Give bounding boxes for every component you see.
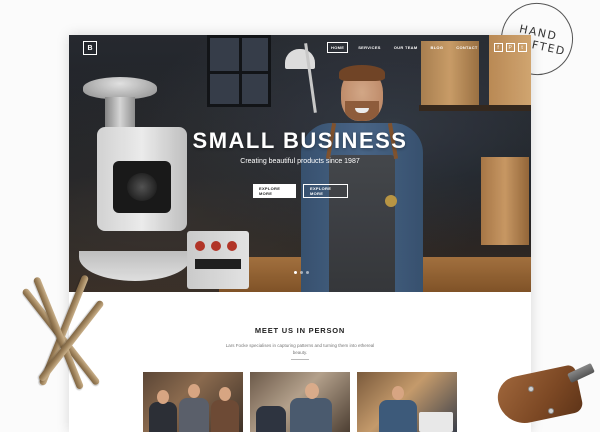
nav-item-blog[interactable]: BLOG [428, 43, 447, 52]
slider-dot[interactable] [294, 271, 297, 274]
main-navigation: HOME SERVICES OUR TEAM BLOG CONTACT f P … [327, 42, 527, 53]
person-figure [379, 400, 417, 432]
slider-dots [294, 271, 309, 274]
team-photo[interactable] [143, 372, 243, 432]
meet-section-title: MEET US IN PERSON [254, 326, 346, 335]
pinterest-icon[interactable]: P [505, 43, 515, 52]
slider-dot[interactable] [300, 271, 303, 274]
nav-item-contact[interactable]: CONTACT [453, 43, 480, 52]
person-head [392, 386, 404, 400]
person-figure [256, 406, 286, 432]
hero-title: SMALL BUSINESS [192, 128, 408, 153]
nav-item-our-team[interactable]: OUR TEAM [391, 43, 421, 52]
presentation-canvas: HAND CRAFTED B HOME SERVICES OUR TEAM BL… [0, 0, 600, 432]
site-logo[interactable]: B [83, 41, 97, 55]
rivet [528, 386, 534, 392]
person-head [157, 390, 169, 404]
nav-item-services[interactable]: SERVICES [355, 43, 384, 52]
person-figure [211, 400, 239, 432]
person-figure [290, 398, 332, 432]
facebook-icon[interactable]: f [493, 43, 503, 52]
meet-section-text: Lars Focke specialises in capturing patt… [225, 343, 375, 355]
team-photo[interactable] [250, 372, 350, 432]
wooden-sticks-image [16, 268, 126, 418]
person-figure [149, 402, 177, 432]
laptop-image [419, 412, 453, 432]
explore-more-outline-button[interactable]: EXPLORE MORE [303, 184, 348, 198]
hero-buttons: EXPLORE MORE EXPLORE MORE [253, 184, 348, 198]
person-head [219, 387, 231, 401]
twitter-icon[interactable]: t [517, 43, 527, 52]
hero-section: B HOME SERVICES OUR TEAM BLOG CONTACT f … [69, 35, 531, 292]
nav-item-home[interactable]: HOME [327, 42, 349, 53]
explore-more-button[interactable]: EXPLORE MORE [253, 184, 296, 198]
team-photo[interactable] [357, 372, 457, 432]
social-links: f P t [493, 43, 527, 52]
team-photo-row [143, 372, 457, 432]
hero-subtitle: Creating beautiful products since 1987 [240, 158, 360, 165]
person-figure [179, 398, 209, 432]
leather-pouch-image [493, 362, 595, 428]
slider-dot[interactable] [306, 271, 309, 274]
person-head [188, 384, 200, 398]
section-divider [291, 359, 309, 360]
rivet [548, 408, 554, 414]
website-mockup: B HOME SERVICES OUR TEAM BLOG CONTACT f … [69, 35, 531, 432]
person-head [305, 383, 319, 399]
